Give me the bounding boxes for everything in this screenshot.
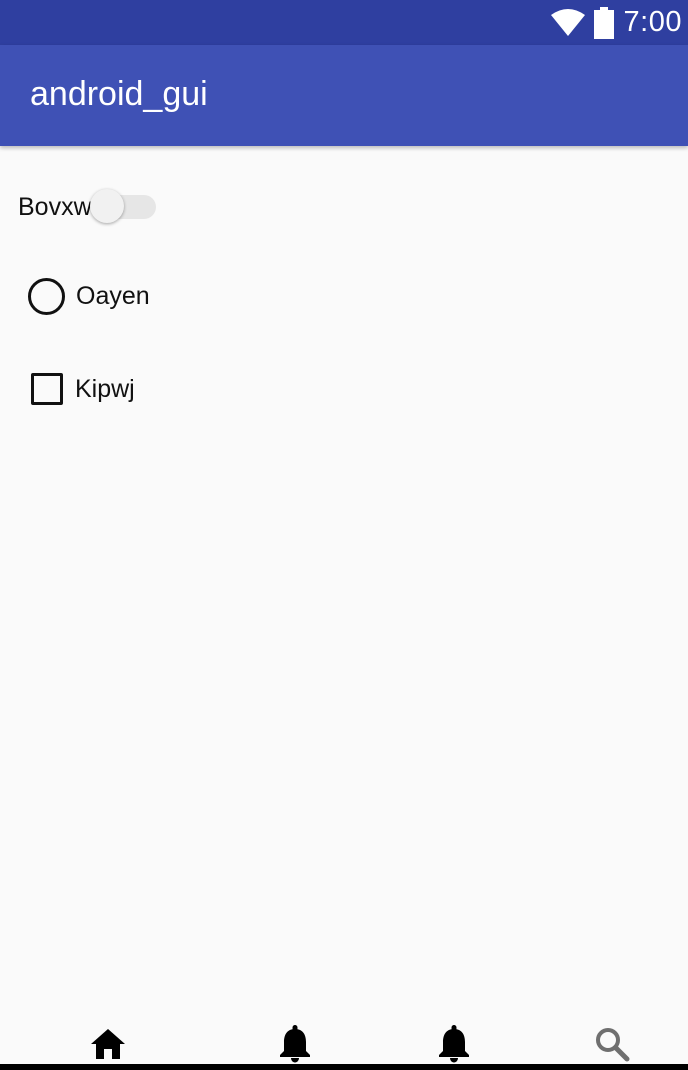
status-bar: 7:00 <box>0 0 688 45</box>
status-time: 7:00 <box>623 6 682 38</box>
switch-thumb <box>89 189 124 223</box>
nav-item-home[interactable] <box>88 1024 128 1064</box>
checkbox-label: Kipwj <box>75 374 135 403</box>
radio-label: Oayen <box>76 281 150 310</box>
nav-item-notifications-1[interactable] <box>275 1024 315 1064</box>
nav-item-notifications-2[interactable] <box>434 1024 474 1064</box>
radio-button[interactable] <box>28 277 65 315</box>
status-icons: 7:00 <box>550 0 682 45</box>
wifi-icon <box>550 8 585 36</box>
bell-icon <box>280 1025 310 1063</box>
radio-row[interactable]: Oayen <box>28 276 150 316</box>
checkbox[interactable] <box>31 373 63 405</box>
nav-item-search[interactable] <box>592 1024 632 1064</box>
battery-icon <box>593 6 614 39</box>
search-icon <box>596 1028 630 1062</box>
bovxw-switch[interactable] <box>89 188 156 226</box>
bottom-edge-bar <box>0 1064 688 1070</box>
screen: 7:00 android_gui Bovxw Oayen Kipwj <box>0 0 688 1070</box>
checkbox-row[interactable]: Kipwj <box>31 370 135 408</box>
switch-row[interactable]: Bovxw <box>18 188 156 226</box>
switch-label: Bovxw <box>18 192 92 221</box>
bell-icon <box>439 1025 469 1063</box>
app-bar: android_gui <box>0 45 688 146</box>
app-title: android_gui <box>30 75 208 113</box>
bottom-navigation <box>0 1018 688 1064</box>
home-icon <box>91 1029 125 1059</box>
